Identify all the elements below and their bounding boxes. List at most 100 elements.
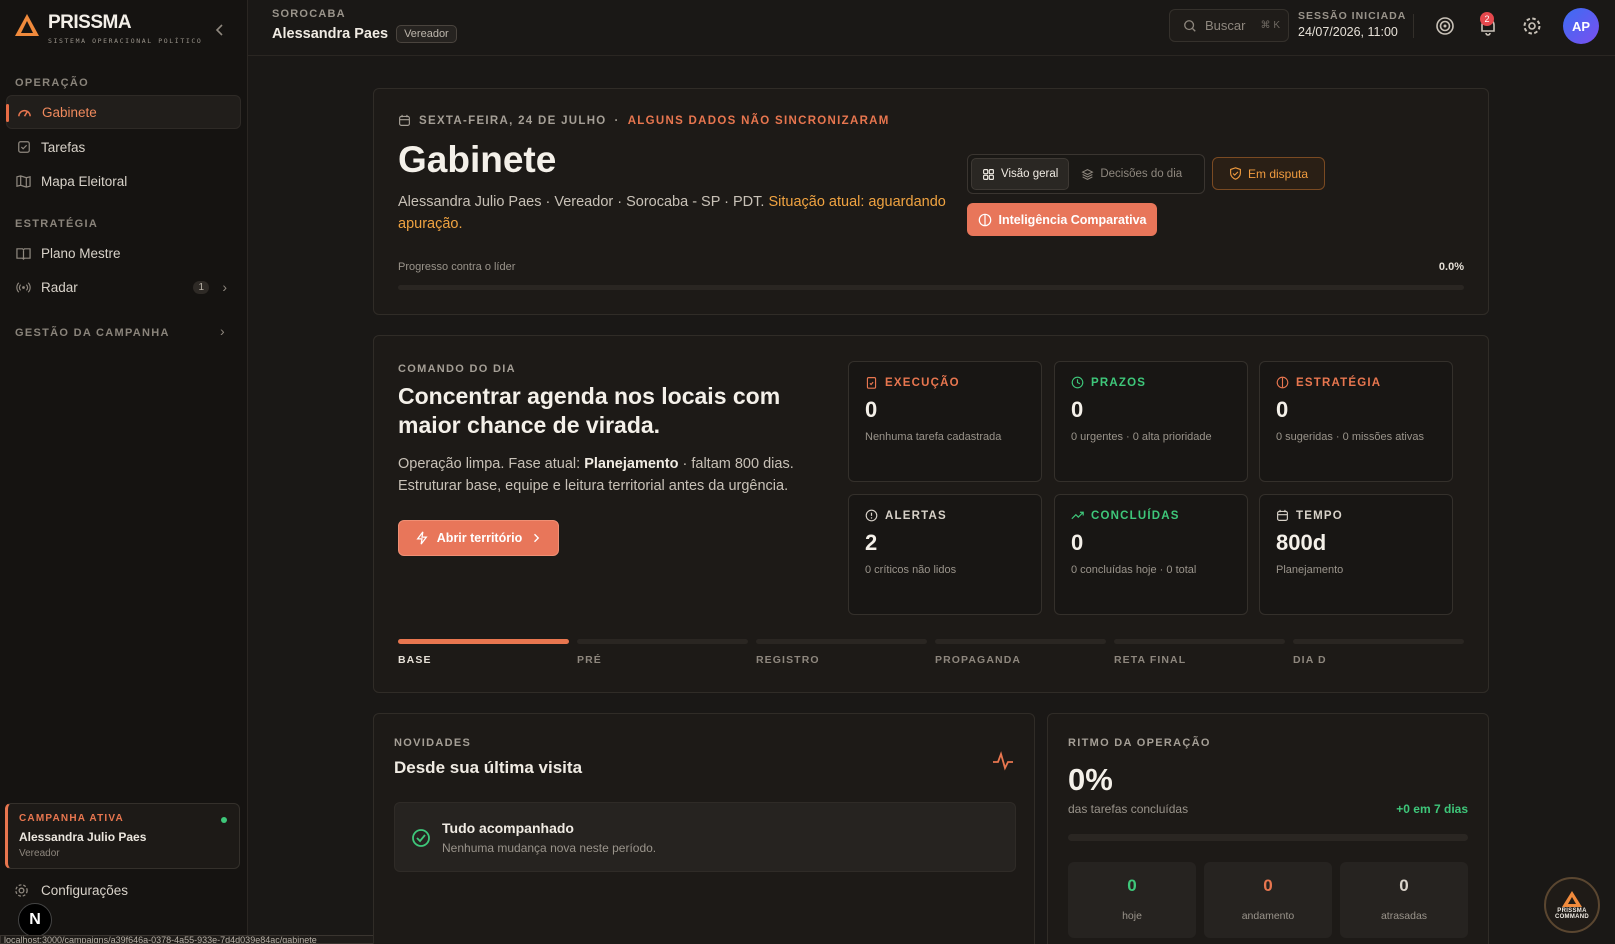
progress-label: Progresso contra o líder [398, 261, 516, 273]
inteligencia-comparativa-button[interactable]: Inteligência Comparativa [967, 203, 1157, 236]
rhythm-box-atrasadas: 0 atrasadas [1340, 862, 1468, 938]
stat-sub: 0 concluídas hoje · 0 total [1071, 564, 1197, 576]
stat-value: 0 [1276, 397, 1289, 422]
sidebar-item-label: Mapa Eleitoral [41, 173, 128, 189]
campaign-label: CAMPANHA ATIVA [19, 813, 124, 824]
session-label: SESSÃO INICIADA [1298, 10, 1407, 22]
logo-triangle-icon [15, 14, 39, 36]
hero-date-line: SEXTA-FEIRA, 24 DE JULHO · ALGUNS DADOS … [398, 114, 890, 127]
sidebar-item-configuracoes[interactable]: Configurações [14, 883, 128, 898]
stat-alertas[interactable]: ALERTAS 2 0 críticos não lidos [848, 494, 1042, 615]
notification-count: 2 [1480, 12, 1494, 26]
tab-decisoes-do-dia[interactable]: Decisões do dia [1071, 158, 1192, 190]
rhythm-box-value: 0 [1127, 876, 1137, 895]
clock-icon [1071, 376, 1084, 389]
section-estrategia: ESTRATÉGIA [15, 218, 99, 230]
logo[interactable]: PRISSMA SISTEMA OPERACIONAL POLÍTICO [14, 12, 202, 45]
active-campaign-card[interactable]: CAMPANHA ATIVA Alessandra Julio Paes Ver… [5, 803, 240, 869]
rhythm-box-label: hoje [1122, 910, 1142, 922]
rhythm-box-label: andamento [1241, 910, 1295, 922]
stat-sub: 0 sugeridas · 0 missões ativas [1276, 431, 1424, 443]
rhythm-delta: +0 em 7 dias [1396, 802, 1468, 816]
rhythm-value: 0% [1068, 762, 1113, 797]
stat-value: 800d [1276, 530, 1327, 555]
rhythm-sub: das tarefas concluídas [1068, 802, 1189, 816]
nextjs-dev-badge[interactable]: N [18, 903, 52, 937]
book-icon [16, 246, 31, 261]
sidebar-item-plano-mestre[interactable]: Plano Mestre [6, 236, 241, 270]
settings-label: Configurações [41, 883, 129, 898]
topbar-city: SOROCABA [272, 8, 346, 20]
phase-label: RETA FINAL [1114, 654, 1187, 666]
phase-registro: REGISTRO [756, 639, 927, 666]
progress-track [398, 285, 1464, 290]
layers-icon [1081, 168, 1094, 180]
hero-separator: · [614, 114, 620, 127]
phase-pre: PRÉ [577, 639, 748, 666]
sidebar-item-radar[interactable]: Radar 1 › [6, 270, 241, 304]
tab-visao-geral[interactable]: Visão geral [971, 158, 1070, 190]
stat-tempo[interactable]: TEMPO 800d Planejamento [1259, 494, 1453, 615]
topbar-candidate: Alessandra Paes Vereador [272, 25, 457, 43]
gabinete-hero-card: SEXTA-FEIRA, 24 DE JULHO · ALGUNS DADOS … [373, 88, 1489, 315]
prissma-command-button[interactable]: PRISSMA COMMAND [1544, 877, 1600, 933]
section-gestao[interactable]: GESTÃO DA CAMPANHA [15, 327, 170, 339]
sidebar-item-gabinete[interactable]: Gabinete [6, 95, 241, 129]
target-icon[interactable] [1434, 15, 1456, 37]
stat-title: EXECUÇÃO [885, 376, 960, 389]
stat-value: 2 [865, 530, 878, 555]
collapse-sidebar-icon[interactable] [212, 22, 228, 38]
avatar[interactable]: AP [1563, 8, 1599, 44]
grid-icon [983, 168, 994, 180]
button-label: Abrir território [436, 531, 523, 545]
chevron-right-icon[interactable]: › [220, 323, 233, 339]
alert-circle-icon [865, 509, 878, 522]
stat-prazos[interactable]: PRAZOS 0 0 urgentes · 0 alta prioridade [1054, 361, 1248, 482]
news-item: Tudo acompanhado Nenhuma mudança nova ne… [394, 802, 1016, 872]
chevron-right-icon [534, 533, 540, 543]
stat-estrategia[interactable]: ESTRATÉGIA 0 0 sugeridas · 0 missões ati… [1259, 361, 1453, 482]
stat-title: ESTRATÉGIA [1296, 376, 1382, 389]
calendar-icon [1277, 509, 1288, 521]
search-placeholder: Buscar [1205, 18, 1246, 33]
brain-icon [978, 213, 991, 226]
abrir-territorio-button[interactable]: Abrir território [398, 520, 559, 556]
topbar: SOROCABA Alessandra Paes Vereador Buscar… [248, 0, 1615, 56]
rhythm-label: RITMO DA OPERAÇÃO [1068, 737, 1211, 749]
stat-title: ALERTAS [885, 509, 947, 522]
ritmo-card: RITMO DA OPERAÇÃO 0% das tarefas concluí… [1047, 713, 1489, 944]
calendar-icon [399, 114, 410, 126]
stat-concluidas[interactable]: CONCLUÍDAS 0 0 concluídas hoje · 0 total [1054, 494, 1248, 615]
news-title: Desde sua última visita [394, 758, 583, 777]
desc-prefix: Operação limpa. Fase atual: [398, 456, 585, 472]
rhythm-box-label: atrasadas [1380, 910, 1428, 922]
topbar-divider [1413, 14, 1414, 38]
sidebar-item-tarefas[interactable]: Tarefas [6, 130, 241, 164]
em-disputa-button[interactable]: Em disputa [1212, 157, 1325, 190]
progress-value: 0.0% [1438, 261, 1464, 273]
current-phase: Planejamento [584, 456, 679, 472]
sidebar-item-mapa-eleitoral[interactable]: Mapa Eleitoral [6, 164, 241, 198]
search-shortcut: ⌘ K [1260, 20, 1280, 31]
stat-value: 0 [865, 397, 878, 422]
checkbox-icon [16, 140, 31, 155]
phase-label: REGISTRO [756, 654, 820, 666]
stat-title: PRAZOS [1091, 376, 1147, 389]
session-time: 24/07/2026, 11:00 [1298, 25, 1398, 39]
search-input[interactable]: Buscar ⌘ K [1169, 9, 1289, 42]
campaign-name: Alessandra Julio Paes [19, 830, 147, 844]
stat-sub: Planejamento [1276, 564, 1344, 576]
gear-icon[interactable] [1521, 15, 1543, 37]
rhythm-box-value: 0 [1263, 876, 1273, 895]
phase-label: BASE [398, 654, 432, 666]
intel-label: Inteligência Comparativa [998, 212, 1147, 227]
stat-execucao[interactable]: EXECUÇÃO 0 Nenhuma tarefa cadastrada [848, 361, 1042, 482]
view-toggle: Visão geral Decisões do dia [967, 154, 1205, 194]
sidebar-item-label: Gabinete [42, 104, 97, 120]
hero-subtitle: Alessandra Julio Paes · Vereador · Soroc… [398, 191, 958, 235]
brand-tagline: SISTEMA OPERACIONAL POLÍTICO [48, 37, 203, 45]
brain-icon [1276, 376, 1289, 389]
clipboard-icon [866, 377, 877, 389]
gear-icon [15, 884, 28, 897]
search-icon [1184, 19, 1196, 32]
